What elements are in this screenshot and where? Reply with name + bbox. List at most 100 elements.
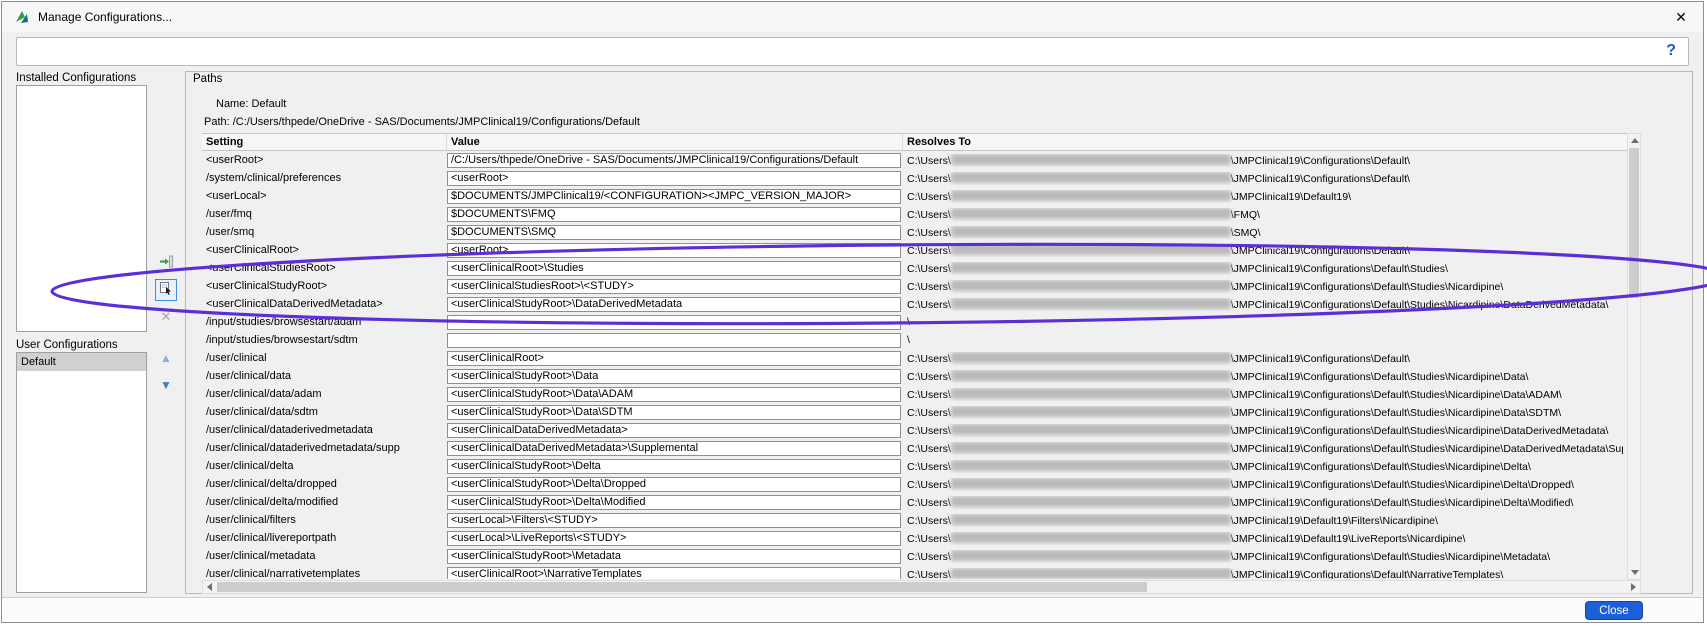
table-row[interactable]: /user/clinical/dataderivedmetadata/supp …: [202, 439, 1627, 457]
arrow-up-icon: ▲: [160, 351, 172, 365]
column-header-setting[interactable]: Setting: [202, 134, 447, 150]
redacted-username-blur: [951, 442, 1231, 453]
table-row[interactable]: /user/clinical/filters C:\Users\\JMPClin…: [202, 511, 1627, 529]
value-input[interactable]: [447, 279, 901, 294]
setting-cell: /input/studies/browsestart/adam: [202, 316, 447, 328]
value-input[interactable]: [447, 207, 901, 222]
table-row[interactable]: /user/clinical C:\Users\\JMPClinical19\C…: [202, 349, 1627, 367]
table-row[interactable]: /user/fmq C:\Users\\FMQ\: [202, 205, 1627, 223]
value-input[interactable]: [447, 225, 901, 240]
value-input[interactable]: [447, 549, 901, 564]
user-configuration-item[interactable]: Default: [17, 353, 146, 371]
table-row[interactable]: /input/studies/browsestart/sdtm \: [202, 331, 1627, 349]
move-down-button[interactable]: ▼: [155, 374, 177, 396]
redacted-username-blur: [951, 496, 1231, 507]
resolves-suffix: \JMPClinical19\Configurations\Default\St…: [1231, 389, 1562, 401]
table-row[interactable]: /input/studies/browsestart/adam \: [202, 313, 1627, 331]
table-row[interactable]: /user/clinical/data C:\Users\\JMPClinica…: [202, 367, 1627, 385]
installed-configurations-list[interactable]: [16, 85, 147, 332]
table-row[interactable]: /user/smq C:\Users\\SMQ\: [202, 223, 1627, 241]
resolves-prefix: C:\Users\: [907, 281, 951, 293]
value-input[interactable]: [447, 459, 901, 474]
redacted-username-blur: [951, 424, 1231, 435]
value-cell: [447, 225, 903, 240]
table-row[interactable]: <userRoot> C:\Users\\JMPClinical19\Confi…: [202, 151, 1627, 169]
window-close-icon[interactable]: ✕: [1665, 2, 1697, 32]
resolves-to-cell: C:\Users\\JMPClinical19\Configurations\D…: [903, 496, 1623, 509]
value-input[interactable]: [447, 261, 901, 276]
value-input[interactable]: [447, 495, 901, 510]
table-row[interactable]: <userClinicalStudyRoot> C:\Users\\JMPCli…: [202, 277, 1627, 295]
resolves-to-cell: C:\Users\\JMPClinical19\Configurations\D…: [903, 298, 1623, 311]
table-row[interactable]: /user/clinical/data/adam C:\Users\\JMPCl…: [202, 385, 1627, 403]
table-row[interactable]: /user/clinical/metadata C:\Users\\JMPCli…: [202, 547, 1627, 565]
resolves-suffix: \JMPClinical19\Configurations\Default\: [1231, 245, 1410, 257]
scroll-right-icon[interactable]: [1631, 583, 1636, 591]
value-input[interactable]: [447, 477, 901, 492]
value-input[interactable]: [447, 243, 901, 258]
value-input[interactable]: [447, 333, 901, 348]
value-input[interactable]: [447, 297, 901, 312]
vertical-scrollbar[interactable]: [1627, 133, 1641, 580]
table-row[interactable]: /user/clinical/delta/modified C:\Users\\…: [202, 493, 1627, 511]
table-row[interactable]: /user/clinical/livereportpath C:\Users\\…: [202, 529, 1627, 547]
table-row[interactable]: <userClinicalDataDerivedMetadata> C:\Use…: [202, 295, 1627, 313]
vertical-scrollbar-thumb[interactable]: [1629, 148, 1639, 298]
value-input[interactable]: [447, 153, 901, 168]
resolves-suffix: \JMPClinical19\Configurations\Default\St…: [1231, 497, 1574, 509]
table-row[interactable]: /user/clinical/data/sdtm C:\Users\\JMPCl…: [202, 403, 1627, 421]
value-input[interactable]: [447, 387, 901, 402]
table-row[interactable]: <userClinicalRoot> C:\Users\ \JMPClinical…: [202, 241, 1627, 259]
horizontal-scrollbar[interactable]: [202, 580, 1641, 594]
setting-cell: /user/clinical/data: [202, 370, 447, 382]
resolves-to-cell: C:\Users\\FMQ\: [903, 208, 1623, 221]
value-cell: [447, 333, 903, 348]
redacted-username-blur: [951, 532, 1231, 543]
value-input[interactable]: [447, 423, 901, 438]
value-input[interactable]: [447, 567, 901, 580]
move-up-button[interactable]: ▲: [155, 347, 177, 369]
horizontal-scrollbar-thumb[interactable]: [217, 582, 1147, 592]
select-configuration-button[interactable]: [155, 279, 177, 301]
value-input[interactable]: [447, 405, 901, 420]
table-row[interactable]: /system/clinical/preferences C:\Users\\J…: [202, 169, 1627, 187]
redacted-username-blur: [951, 154, 1231, 165]
value-input[interactable]: [447, 441, 901, 456]
help-icon[interactable]: ?: [1666, 42, 1676, 60]
table-row[interactable]: <userLocal> C:\Users\\JMPClinical19\Defa…: [202, 187, 1627, 205]
value-cell: [447, 477, 903, 492]
scroll-up-icon[interactable]: [1631, 138, 1639, 143]
redacted-username-blur: [951, 478, 1231, 489]
delete-configuration-button[interactable]: ✕: [155, 306, 177, 328]
resolves-prefix: C:\Users\: [907, 245, 951, 257]
table-row[interactable]: <userClinicalStudiesRoot> C:\Users\\JMPC…: [202, 259, 1627, 277]
resolves-prefix: C:\Users\: [907, 263, 951, 275]
table-row[interactable]: /user/clinical/delta C:\Users\\JMPClinic…: [202, 457, 1627, 475]
table-row[interactable]: /user/clinical/delta/dropped C:\Users\\J…: [202, 475, 1627, 493]
setting-cell: /user/clinical/delta/dropped: [202, 478, 447, 490]
column-header-value[interactable]: Value: [447, 134, 903, 150]
close-button[interactable]: Close: [1585, 601, 1643, 620]
table-row[interactable]: /user/clinical/narrativetemplates C:\Use…: [202, 565, 1627, 579]
scroll-left-icon[interactable]: [207, 583, 212, 591]
value-input[interactable]: [447, 189, 901, 204]
resolves-prefix: C:\Users\: [907, 425, 951, 437]
window-title: Manage Configurations...: [38, 2, 172, 32]
setting-cell: <userClinicalRoot>: [202, 244, 447, 256]
value-input[interactable]: [447, 513, 901, 528]
resolves-prefix: C:\Users\: [907, 389, 951, 401]
value-input[interactable]: [447, 531, 901, 546]
value-input[interactable]: [447, 369, 901, 384]
value-input[interactable]: [447, 351, 901, 366]
table-row[interactable]: /user/clinical/dataderivedmetadata C:\Us…: [202, 421, 1627, 439]
resolves-prefix: C:\Users\: [907, 155, 951, 167]
user-configurations-list[interactable]: Default: [16, 352, 147, 593]
path-label: Path:: [204, 116, 230, 128]
resolves-suffix: \JMPClinical19\Configurations\Default\St…: [1231, 407, 1561, 419]
import-configuration-button[interactable]: [155, 252, 177, 274]
column-header-resolves-to[interactable]: Resolves To: [903, 134, 1623, 150]
config-name-line: Name: Default: [216, 98, 286, 110]
value-input[interactable]: [447, 171, 901, 186]
value-input[interactable]: [447, 315, 901, 330]
scroll-down-icon[interactable]: [1631, 570, 1639, 575]
